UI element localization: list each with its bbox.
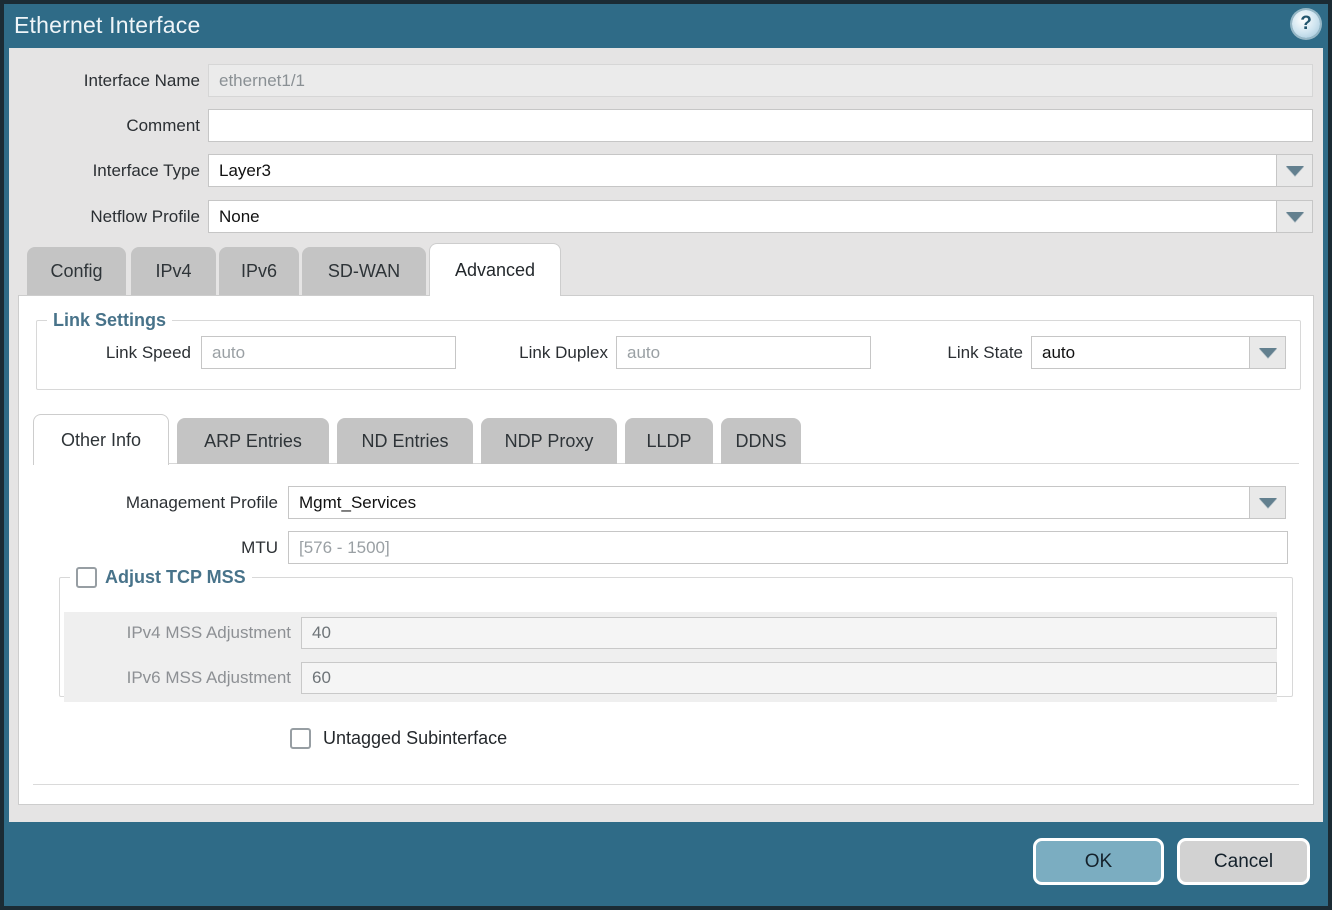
dialog-body: Interface Name Comment Interface Type La… bbox=[9, 48, 1323, 822]
tab-lldp[interactable]: LLDP bbox=[625, 418, 713, 464]
netflow-profile-value: None bbox=[219, 201, 1270, 232]
comment-field[interactable] bbox=[208, 109, 1313, 142]
chevron-down-icon bbox=[1259, 498, 1277, 508]
interface-name-label: Interface Name bbox=[9, 64, 200, 98]
link-settings-legend: Link Settings bbox=[47, 310, 172, 331]
ipv6-mss-field bbox=[301, 662, 1277, 694]
link-state-dropdown[interactable]: auto bbox=[1031, 336, 1286, 369]
tab-sdwan[interactable]: SD-WAN bbox=[302, 247, 426, 295]
link-state-dropdown-button[interactable] bbox=[1249, 336, 1286, 369]
interface-type-dropdown-button[interactable] bbox=[1276, 154, 1313, 187]
link-speed-field[interactable] bbox=[201, 336, 456, 369]
chevron-down-icon bbox=[1286, 212, 1304, 222]
cancel-button[interactable]: Cancel bbox=[1177, 838, 1310, 885]
link-state-label: Link State bbox=[859, 336, 1023, 369]
mss-panel: IPv4 MSS Adjustment IPv6 MSS Adjustment bbox=[64, 612, 1277, 702]
untagged-subinterface-label: Untagged Subinterface bbox=[323, 728, 507, 749]
management-profile-dropdown[interactable]: Mgmt_Services bbox=[288, 486, 1286, 519]
ipv6-mss-label: IPv6 MSS Adjustment bbox=[64, 662, 291, 694]
ipv4-mss-field bbox=[301, 617, 1277, 649]
advanced-tab-panel: Link Settings Link Speed Link Duplex Lin… bbox=[18, 295, 1314, 805]
netflow-profile-row: Netflow Profile None bbox=[9, 200, 1323, 234]
management-profile-label: Management Profile bbox=[19, 486, 278, 519]
interface-name-row: Interface Name bbox=[9, 64, 1323, 98]
main-tab-bar: Config IPv4 IPv6 SD-WAN Advanced bbox=[18, 243, 1323, 296]
interface-type-value: Layer3 bbox=[219, 155, 1270, 186]
interface-type-label: Interface Type bbox=[9, 154, 200, 188]
mtu-label: MTU bbox=[19, 531, 278, 564]
adjust-tcp-mss-checkbox[interactable] bbox=[76, 567, 97, 588]
tab-other-info[interactable]: Other Info bbox=[33, 414, 169, 465]
dialog-title: Ethernet Interface bbox=[14, 12, 200, 39]
link-state-value: auto bbox=[1042, 337, 1243, 368]
link-duplex-field[interactable] bbox=[616, 336, 871, 369]
untagged-subinterface-checkbox[interactable] bbox=[290, 728, 311, 749]
adjust-tcp-mss-label: Adjust TCP MSS bbox=[105, 567, 246, 588]
comment-label: Comment bbox=[9, 109, 200, 143]
management-profile-dropdown-button[interactable] bbox=[1249, 486, 1286, 519]
ipv4-mss-label: IPv4 MSS Adjustment bbox=[64, 617, 291, 649]
help-icon[interactable]: ? bbox=[1292, 10, 1320, 38]
adjust-tcp-mss-group: Adjust TCP MSS IPv4 MSS Adjustment IPv6 … bbox=[59, 567, 1293, 697]
interface-type-row: Interface Type Layer3 bbox=[9, 154, 1323, 188]
netflow-profile-dropdown-button[interactable] bbox=[1276, 200, 1313, 233]
tab-ipv4[interactable]: IPv4 bbox=[131, 247, 216, 295]
tab-ipv6[interactable]: IPv6 bbox=[219, 247, 299, 295]
management-profile-value: Mgmt_Services bbox=[299, 487, 1243, 518]
netflow-profile-label: Netflow Profile bbox=[9, 200, 200, 234]
chevron-down-icon bbox=[1259, 348, 1277, 358]
mtu-field[interactable] bbox=[288, 531, 1288, 564]
netflow-profile-dropdown[interactable]: None bbox=[208, 200, 1313, 233]
chevron-down-icon bbox=[1286, 166, 1304, 176]
sub-tab-bar: Other Info ARP Entries ND Entries NDP Pr… bbox=[33, 414, 1313, 464]
interface-name-field bbox=[208, 64, 1313, 97]
tab-nd-entries[interactable]: ND Entries bbox=[337, 418, 473, 464]
comment-row: Comment bbox=[9, 109, 1323, 143]
interface-type-dropdown[interactable]: Layer3 bbox=[208, 154, 1313, 187]
tab-advanced[interactable]: Advanced bbox=[429, 243, 561, 296]
tab-ddns[interactable]: DDNS bbox=[721, 418, 801, 464]
tab-ndp-proxy[interactable]: NDP Proxy bbox=[481, 418, 617, 464]
untagged-subinterface-row: Untagged Subinterface bbox=[290, 726, 507, 750]
tab-config[interactable]: Config bbox=[27, 247, 126, 295]
link-speed-label: Link Speed bbox=[19, 336, 191, 369]
panel-bottom-divider bbox=[33, 784, 1299, 785]
tab-arp-entries[interactable]: ARP Entries bbox=[177, 418, 329, 464]
adjust-tcp-mss-legend: Adjust TCP MSS bbox=[70, 567, 252, 588]
ok-button[interactable]: OK bbox=[1033, 838, 1164, 885]
ethernet-interface-dialog: Ethernet Interface ? Interface Name Comm… bbox=[0, 0, 1332, 910]
link-duplex-label: Link Duplex bbox=[449, 336, 608, 369]
